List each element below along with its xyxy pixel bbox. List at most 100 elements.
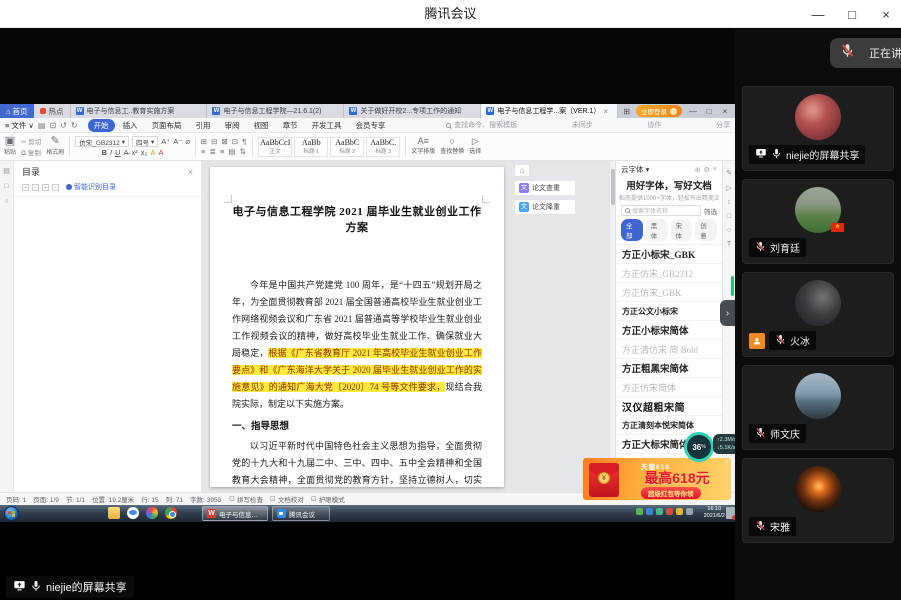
save-icon[interactable]: ▤ <box>38 121 46 130</box>
font-list-item[interactable]: 方正仿宋_GBK <box>616 283 722 302</box>
volume-icon[interactable] <box>686 508 693 515</box>
taskbar-wps-item[interactable]: W 电子与信息工程学... <box>202 506 268 521</box>
document-tab[interactable]: W关于做好开校2...专项工作的通知 <box>344 104 481 118</box>
strikethrough-button[interactable]: A̶ <box>124 148 129 157</box>
taskbar-meeting-item[interactable]: 腾讯会议 <box>272 506 330 521</box>
ribbon-tab-会员专享[interactable]: 会员专享 <box>350 119 392 132</box>
edit-icon[interactable]: ✎ <box>726 169 732 177</box>
document-page[interactable]: 电子与信息工程学院 2021 届毕业生就业创业工作方案 今年是中国共产党建党 1… <box>210 167 504 487</box>
status-toggle-护眼模式[interactable]: ⊡护眼模式 <box>311 494 345 504</box>
file-menu-button[interactable]: ≡文件∨ <box>5 120 34 131</box>
font-list-item[interactable]: 方正公文小标宋 <box>616 302 722 321</box>
home-float-button[interactable]: ⌂ <box>514 164 530 177</box>
font-list-item[interactable]: 方正粗黑宋简体 <box>616 359 722 378</box>
bookmark-icon[interactable]: ○ <box>4 198 8 205</box>
sort-icon[interactable]: ↕ <box>727 199 731 206</box>
font-list-item[interactable]: 方正仿宋_GB2312 <box>616 264 722 283</box>
wps-minimize-button[interactable]: — <box>688 107 698 116</box>
gear-icon[interactable]: ⚙ <box>704 166 710 174</box>
panel-close-icon[interactable]: × <box>713 166 717 174</box>
wps-hot-tab[interactable]: 热点 <box>34 104 71 118</box>
taskbar-clock[interactable]: 16:10 2021/6/2 <box>704 506 725 520</box>
scrollbar-thumb[interactable] <box>611 169 615 205</box>
ribbon-tab-开发工具[interactable]: 开发工具 <box>306 119 348 132</box>
participant-tile[interactable]: ★刘育廷 <box>742 179 894 264</box>
toc-close-icon[interactable]: × <box>188 167 193 177</box>
font-list-item[interactable]: 方正小标宋简体 <box>616 321 722 340</box>
italic-button[interactable]: I <box>110 148 112 157</box>
collaborate-button[interactable]: 协作 <box>647 120 661 130</box>
text-layout-button[interactable]: A≡文字排版 <box>411 137 435 157</box>
tray-icon[interactable] <box>646 508 653 515</box>
format-painter-button[interactable]: ✎格式刷 <box>46 136 64 158</box>
font-size-select[interactable]: 四号▾ <box>132 136 158 147</box>
filter-button[interactable]: 筛选 <box>704 206 717 216</box>
toc-collapse-icon[interactable]: − <box>32 184 39 191</box>
box-icon[interactable]: □ <box>727 213 731 220</box>
close-tab-icon[interactable]: × <box>603 107 608 116</box>
tray-icon[interactable] <box>636 508 643 515</box>
ribbon-tab-审阅[interactable]: 审阅 <box>219 119 246 132</box>
participant-tile[interactable]: niejie的屏幕共享 <box>742 86 894 171</box>
pages-icon[interactable]: □ <box>4 183 8 190</box>
ribbon-tab-视图[interactable]: 视图 <box>248 119 275 132</box>
status-toggle-文档校对[interactable]: ⊡文档校对 <box>270 494 304 504</box>
subscript-button[interactable]: x₂ <box>141 148 148 157</box>
refresh-icon[interactable]: ⊕ <box>695 166 701 174</box>
tool-button-论文查重[interactable]: 文论文查重 <box>514 180 576 196</box>
share-button[interactable]: 分享 <box>716 120 730 130</box>
tool-button-论文降重[interactable]: 文论文降重 <box>514 199 576 215</box>
browser-icon[interactable] <box>127 507 139 519</box>
document-scrollbar[interactable] <box>609 161 615 492</box>
ribbon-tab-开始[interactable]: 开始 <box>88 119 115 132</box>
wps-close-button[interactable]: × <box>720 107 730 116</box>
explorer-icon[interactable] <box>108 507 120 519</box>
command-search[interactable]: 查找命令、搜索模板 <box>446 120 517 130</box>
app-wheel-icon[interactable] <box>146 507 158 519</box>
start-button[interactable] <box>4 506 19 521</box>
bold-button[interactable]: B <box>102 148 107 157</box>
toc-level2-icon[interactable]: − <box>52 184 59 191</box>
font-filter-全部[interactable]: 全部 <box>621 219 643 241</box>
clear-format-icon[interactable]: ⌀ <box>185 137 190 146</box>
paste-button[interactable]: ▣粘贴 <box>4 136 16 158</box>
grow-font-icon[interactable]: A⁺ <box>161 137 170 146</box>
chrome-icon[interactable] <box>165 507 177 519</box>
performance-float-ball[interactable]: 36% <box>684 432 714 462</box>
superscript-button[interactable]: x² <box>132 148 138 157</box>
font-list-item[interactable]: 方正清仿宋 简 Bold <box>616 340 722 359</box>
status-toggle-拼写检查[interactable]: ⊡拼写检查 <box>229 494 263 504</box>
login-button[interactable]: 立即登录 <box>636 105 682 117</box>
cut-icon[interactable]: ✂ 剪切 <box>21 136 41 146</box>
redo-icon[interactable]: ↻ <box>71 121 78 130</box>
cursor-icon[interactable]: ▷ <box>726 184 731 192</box>
font-name-select[interactable]: 仿宋_GB2312▾ <box>75 136 129 147</box>
ribbon-tab-章节[interactable]: 章节 <box>277 119 304 132</box>
maximize-button[interactable]: □ <box>845 7 859 22</box>
font-filter-黑体[interactable]: 黑体 <box>646 219 668 241</box>
document-tab[interactable]: W电子与信息工程学院—21.6.1(2) <box>207 104 344 118</box>
toc-expand-icon[interactable]: + <box>22 184 29 191</box>
font-filter-创意[interactable]: 创意 <box>695 219 717 241</box>
font-list-item[interactable]: 方正清刻本悦宋简体 <box>616 416 722 435</box>
print-icon[interactable]: ⊡ <box>49 121 56 130</box>
close-button[interactable]: × <box>879 7 893 22</box>
tray-icon[interactable] <box>656 508 663 515</box>
font-search-input[interactable]: 搜索字体名称 <box>621 205 701 216</box>
notification-tray-icon[interactable] <box>726 507 735 519</box>
participant-tile[interactable]: 火冰 <box>742 272 894 357</box>
participant-tile[interactable]: 宋雅 <box>742 458 894 543</box>
ad-banner[interactable]: ¥ 天猫618 最高618元 超级红包等你领 × <box>583 458 731 500</box>
copy-icon[interactable]: ⧉ 复制 <box>21 147 40 158</box>
document-tab[interactable]: W电子与信息工程学...案（VER.1）× <box>481 104 618 118</box>
ribbon-tab-引用[interactable]: 引用 <box>190 119 217 132</box>
font-list-item[interactable]: 方正小标宋_GBK <box>616 245 722 264</box>
ad-cta-button[interactable]: 超级红包等你领 <box>641 487 701 499</box>
ribbon-tab-页面布局[interactable]: 页面布局 <box>146 119 188 132</box>
ad-close-icon[interactable]: × <box>725 459 729 466</box>
font-color-button[interactable]: A <box>158 148 163 157</box>
find-replace-button[interactable]: ○查找替换 <box>440 137 464 157</box>
wps-restore-button[interactable]: □ <box>704 107 714 116</box>
style-preset[interactable]: AaBbC标题 2 <box>330 137 364 157</box>
shrink-font-icon[interactable]: A⁻ <box>173 137 182 146</box>
